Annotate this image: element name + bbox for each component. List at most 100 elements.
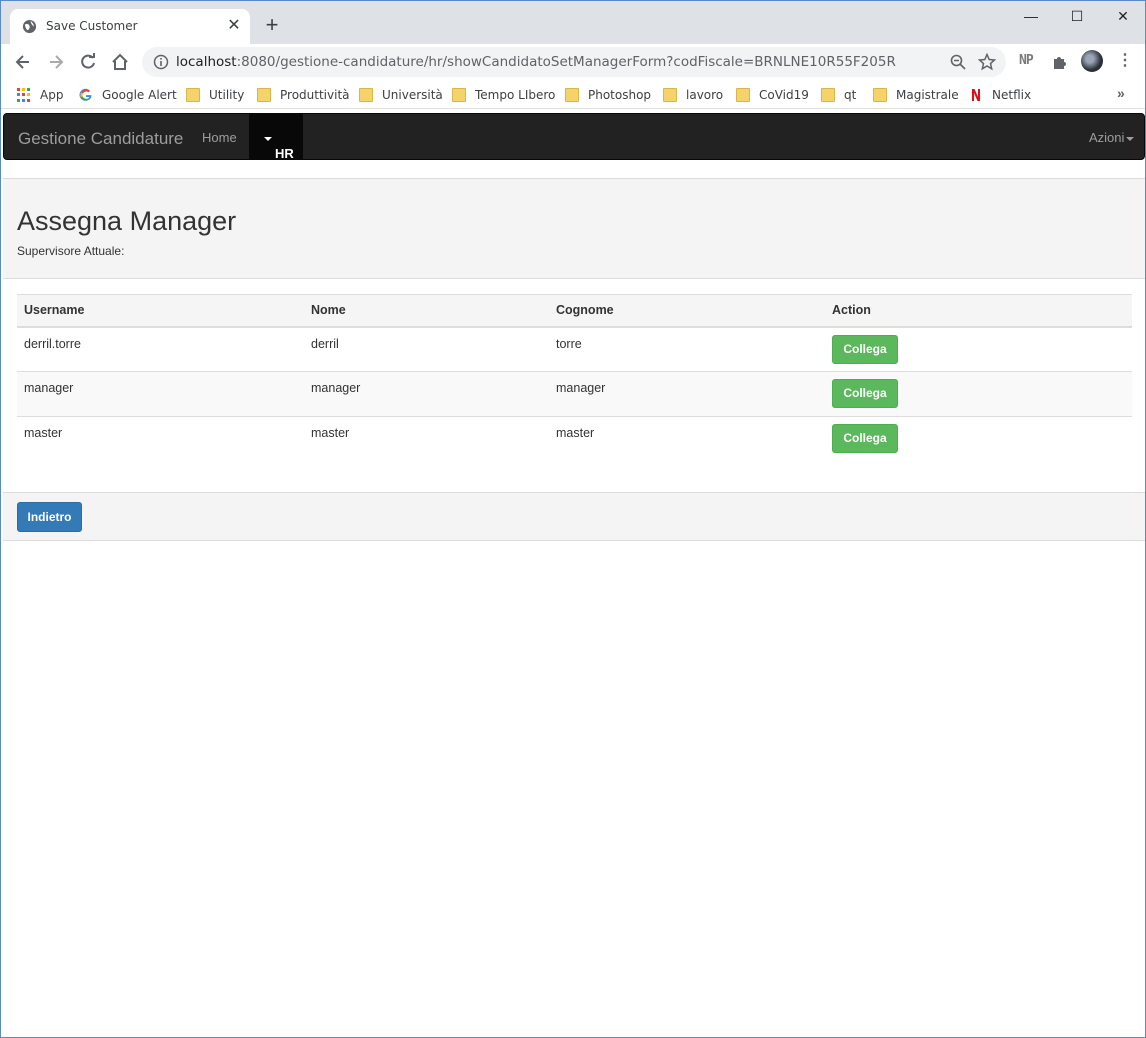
cell-action: Collega (825, 417, 1132, 462)
column-header-username: Username (17, 294, 304, 328)
star-icon[interactable] (978, 53, 996, 71)
collega-button[interactable]: Collega (832, 379, 898, 408)
current-supervisor-label: Supervisore Attuale: (17, 244, 125, 258)
nav-azioni-dropdown[interactable]: Azioni (1089, 130, 1135, 145)
bookmark-magistrale[interactable]: Magistrale (873, 86, 959, 104)
bookmark-photoshop[interactable]: Photoshop (565, 86, 651, 104)
tab-title: Save Customer (46, 19, 138, 33)
menu-kebab-icon[interactable]: ⋮ (1117, 52, 1133, 70)
cell-nome: manager (304, 371, 549, 417)
table-row: manager manager manager Collega (17, 371, 1132, 417)
bookmark-app[interactable]: App (17, 86, 63, 104)
folder-icon (736, 88, 750, 102)
browser-window: Save Customer ✕ + — ☐ ✕ localhost:8080/g… (0, 0, 1146, 1038)
bookmark-utility[interactable]: Utility (186, 86, 244, 104)
collega-button[interactable]: Collega (832, 424, 898, 453)
table-row: master master master Collega (17, 417, 1132, 462)
app-navbar: Gestione Candidature Home HR Azioni (3, 113, 1145, 161)
cell-username: master (24, 426, 63, 440)
forward-icon[interactable] (46, 52, 66, 72)
nav-azioni-label: Azioni (1089, 130, 1125, 145)
google-icon (79, 88, 92, 101)
bookmark-covid19[interactable]: CoVid19 (736, 86, 809, 104)
address-bar[interactable]: localhost:8080/gestione-candidature/hr/s… (142, 47, 1006, 77)
reload-icon[interactable] (78, 52, 98, 72)
bookmark-label: qt (844, 88, 857, 102)
np-extension-icon[interactable]: NP (1019, 53, 1034, 68)
browser-tab[interactable]: Save Customer ✕ (10, 9, 250, 44)
cell-nome: master (311, 426, 350, 440)
back-button[interactable]: Indietro (17, 502, 82, 532)
bookmark-label: Google Alert (102, 88, 177, 102)
folder-icon (452, 88, 466, 102)
column-header-action: Action (825, 294, 1132, 328)
bookmark-label: CoVid19 (759, 88, 809, 102)
page-title: Assegna Manager (17, 206, 237, 236)
bookmark-tempo-libero[interactable]: Tempo LIbero (452, 86, 555, 104)
bookmark-google-alert[interactable]: Google Alert (79, 86, 177, 104)
caret-down-icon (264, 136, 272, 141)
browser-toolbar: localhost:8080/gestione-candidature/hr/s… (1, 44, 1145, 80)
page-header: Assegna Manager Supervisore Attuale: (3, 178, 1145, 279)
new-tab-icon[interactable]: + (262, 14, 282, 36)
caret-down-icon (1126, 136, 1135, 141)
bookmark-label: lavoro (686, 88, 724, 102)
bookmark-universita[interactable]: Università (359, 86, 443, 104)
maximize-icon[interactable]: ☐ (1067, 7, 1087, 25)
folder-icon (663, 88, 677, 102)
home-icon[interactable] (110, 52, 130, 72)
bookmarks-bar: App Google Alert Utility Produttività Un… (1, 80, 1145, 109)
bookmark-label: Utility (209, 88, 245, 102)
zoom-icon[interactable] (950, 54, 966, 70)
cell-nome: derril (304, 326, 549, 372)
netflix-icon (972, 89, 980, 101)
extensions-puzzle-icon[interactable] (1051, 53, 1069, 71)
close-icon[interactable]: ✕ (226, 18, 242, 34)
collega-button[interactable]: Collega (832, 334, 898, 364)
bookmark-label: App (40, 88, 64, 102)
minimize-icon[interactable]: — (1021, 7, 1041, 25)
form-footer: Indietro (3, 492, 1145, 541)
apps-grid-icon (17, 88, 31, 102)
bookmark-label: Università (382, 88, 443, 102)
folder-icon (565, 88, 579, 102)
folder-icon (257, 88, 271, 102)
manager-table: Username Nome Cognome Action derril.torr… (17, 294, 1132, 462)
back-icon[interactable] (13, 52, 33, 72)
folder-icon (821, 88, 835, 102)
bookmark-netflix[interactable]: Netflix (969, 86, 1031, 104)
window-close-icon[interactable]: ✕ (1113, 7, 1133, 25)
chevron-double-right-icon[interactable]: » (1117, 85, 1125, 101)
url-text[interactable]: localhost:8080/gestione-candidature/hr/s… (176, 54, 896, 70)
info-icon[interactable] (153, 54, 169, 70)
cell-username: manager (17, 371, 304, 417)
nav-home-link[interactable]: Home (202, 130, 237, 145)
cell-action: Collega (825, 371, 1132, 417)
table-row: derril.torre derril torre Collega (17, 326, 1132, 372)
nav-hr-dropdown[interactable]: HR (249, 114, 303, 161)
folder-icon (873, 88, 887, 102)
folder-icon (186, 88, 200, 102)
bookmark-lavoro[interactable]: lavoro (663, 86, 723, 104)
bookmark-label: Tempo LIbero (475, 88, 556, 102)
profile-avatar[interactable] (1081, 50, 1103, 72)
bookmark-qt[interactable]: qt (821, 86, 856, 104)
nav-hr-label: HR (275, 146, 294, 161)
bookmark-label: Produttività (280, 88, 350, 102)
cell-cognome: torre (549, 326, 825, 372)
table-header-row: Username Nome Cognome Action (17, 294, 1132, 328)
cell-cognome: manager (549, 371, 825, 417)
cell-cognome: master (556, 426, 595, 440)
tab-strip: Save Customer ✕ + — ☐ ✕ (1, 1, 1145, 44)
cell-username: derril.torre (17, 326, 304, 372)
navbar-brand[interactable]: Gestione Candidature (18, 129, 183, 149)
globe-icon (22, 19, 37, 34)
cell-action: Collega (825, 326, 1132, 372)
web-page: Gestione Candidature Home HR Azioni Asse… (2, 110, 1145, 1037)
url-path: :8080/gestione-candidature/hr/showCandid… (236, 54, 896, 70)
bookmark-label: Photoshop (588, 88, 652, 102)
bookmark-label: Magistrale (896, 88, 959, 102)
bookmark-produttivita[interactable]: Produttività (257, 86, 350, 104)
column-header-cognome: Cognome (549, 294, 825, 328)
folder-icon (359, 88, 373, 102)
